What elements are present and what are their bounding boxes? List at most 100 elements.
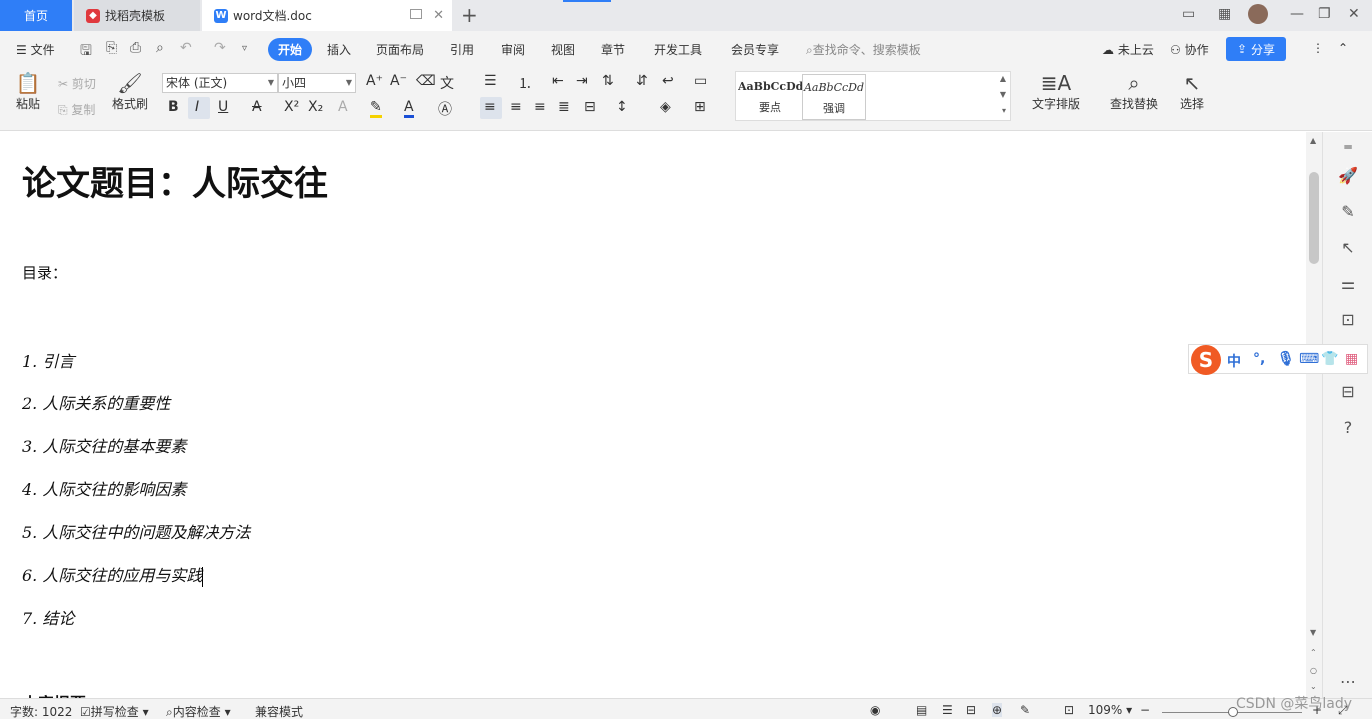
share-button[interactable]: ⇪ 分享 <box>1226 37 1286 61</box>
scroll-thumb[interactable] <box>1309 172 1319 264</box>
cursor-icon[interactable]: ↖ <box>1336 238 1360 257</box>
ruler-icon[interactable]: ▭ <box>694 73 707 89</box>
preview-icon[interactable]: ⌕ <box>156 40 164 56</box>
align-right-icon[interactable]: ≡ <box>534 99 546 115</box>
menu-tab-review[interactable]: 审阅 <box>501 41 525 58</box>
ime-mode-toggle[interactable]: 中 <box>1227 351 1241 371</box>
scroll-down-icon[interactable]: ▼ <box>1310 628 1316 637</box>
save-icon[interactable]: 🖫 <box>80 40 92 64</box>
bullet-list-icon[interactable]: ☰ <box>484 73 497 89</box>
command-search[interactable]: ⌕查找命令、搜索模板 <box>806 41 921 58</box>
menu-tab-developer[interactable]: 开发工具 <box>654 41 702 58</box>
font-size-select[interactable]: 小四 ▼ <box>278 73 356 93</box>
menu-tab-member[interactable]: 会员专享 <box>731 41 779 58</box>
gallery-down-icon[interactable]: ▼ <box>1000 90 1006 99</box>
line-spacing-icon[interactable]: ↕ <box>616 99 628 115</box>
menu-file[interactable]: ☰ 文件 <box>16 41 55 58</box>
menu-tab-insert[interactable]: 插入 <box>327 41 351 58</box>
menu-tab-sections[interactable]: 章节 <box>601 41 625 58</box>
print-icon[interactable]: ⎙ <box>130 40 141 56</box>
more-menu-icon[interactable]: ⋮ <box>1312 41 1324 55</box>
menu-tab-view[interactable]: 视图 <box>551 41 575 58</box>
more-rail-icon[interactable]: ⋯ <box>1336 672 1360 691</box>
select-button[interactable]: ↖ 选择 <box>1172 71 1212 112</box>
distribute-icon[interactable]: ⊟ <box>584 99 596 115</box>
numbered-list-icon[interactable]: ⒈ <box>518 73 532 93</box>
rocket-icon[interactable]: 🚀 <box>1336 166 1360 185</box>
skin-icon[interactable]: 👕 <box>1321 351 1338 367</box>
shrink-font-icon[interactable]: A⁻ <box>390 73 407 89</box>
eye-protect-icon[interactable]: ◉ <box>870 703 880 717</box>
web-view-icon[interactable]: ⊕ <box>992 703 1003 717</box>
restore-button[interactable]: ❐ <box>1318 6 1331 22</box>
close-tab-icon[interactable]: ✕ <box>433 8 444 23</box>
pen-icon[interactable]: ✎ <box>1336 202 1360 221</box>
reading-icon[interactable]: ⊟ <box>1336 382 1360 401</box>
increase-indent-icon[interactable]: ⇥ <box>576 73 588 89</box>
page-view-icon[interactable]: ▭ <box>1182 6 1195 22</box>
undo-icon[interactable]: ↶ <box>180 40 192 56</box>
cut-button[interactable]: ✂ 剪切 <box>58 75 96 92</box>
menu-tab-references[interactable]: 引用 <box>450 41 474 58</box>
phonetic-icon[interactable]: 文 <box>440 73 454 93</box>
tab-home[interactable]: 首页 <box>0 0 72 31</box>
decrease-indent-icon[interactable]: ⇤ <box>552 73 564 89</box>
gallery-up-icon[interactable]: ▲ <box>1000 74 1006 83</box>
help-icon[interactable]: ? <box>1336 418 1360 437</box>
image-tool-icon[interactable]: ⊡ <box>1336 310 1360 329</box>
redo-icon[interactable]: ↷ <box>214 40 226 56</box>
scroll-up-icon[interactable]: ▲ <box>1310 136 1316 145</box>
tab-document[interactable]: W word文档.doc ✕ <box>202 0 452 31</box>
microphone-icon[interactable]: 🎙 <box>1277 351 1295 367</box>
grow-font-icon[interactable]: A⁺ <box>366 73 383 89</box>
cloud-status[interactable]: ☁ 未上云 <box>1102 41 1154 58</box>
word-count[interactable]: 字数: 1022 <box>10 703 72 720</box>
clear-format-icon[interactable]: ⌫ <box>416 73 436 89</box>
menu-tab-home[interactable]: 开始 <box>268 38 313 61</box>
ime-punct-toggle[interactable]: °, <box>1253 351 1265 367</box>
select-browse-icon[interactable]: ○ <box>1310 666 1317 675</box>
format-painter-button[interactable]: 🖌 格式刷 <box>108 71 152 112</box>
outline-view-icon[interactable]: ☰ <box>942 703 953 717</box>
sliders-icon[interactable]: ⚌ <box>1336 274 1360 293</box>
font-name-select[interactable]: 宋体 (正文) ▼ <box>162 73 278 93</box>
subscript-icon[interactable]: X₂ <box>308 99 323 115</box>
collapse-ribbon-icon[interactable]: ⌃ <box>1338 41 1348 55</box>
borders-icon[interactable]: ⊞ <box>694 99 706 115</box>
close-window-button[interactable]: ✕ <box>1348 6 1360 22</box>
keyboard-icon[interactable]: ⌨ <box>1299 351 1319 367</box>
underline-button[interactable]: U <box>218 99 228 115</box>
read-view-icon[interactable]: ⊟ <box>966 703 976 717</box>
fit-page-icon[interactable]: ⊡ <box>1064 703 1074 717</box>
shading-icon[interactable]: ◈ <box>660 99 671 115</box>
apps-grid-icon[interactable]: ▦ <box>1345 351 1358 367</box>
spell-check-toggle[interactable]: ☑拼写检查 ▾ <box>80 703 149 720</box>
prev-page-icon[interactable]: ⌃ <box>1310 648 1317 657</box>
align-left-icon[interactable]: ≡ <box>484 99 496 115</box>
page-view-icon[interactable]: ▤ <box>916 703 927 717</box>
grid-apps-icon[interactable]: ▦ <box>1218 6 1231 22</box>
avatar[interactable] <box>1248 4 1268 24</box>
align-center-icon[interactable]: ≡ <box>510 99 522 115</box>
content-check-toggle[interactable]: ⌕内容检查 ▾ <box>166 703 231 720</box>
tab-template[interactable]: ◆ 找稻壳模板 <box>74 0 200 31</box>
style-emphasis[interactable]: AaBbCcDd 强调 <box>802 74 866 120</box>
zoom-level[interactable]: 109% ▾ <box>1088 703 1132 717</box>
write-mode-icon[interactable]: ✎ <box>1020 703 1030 717</box>
collab-button[interactable]: ⚇ 协作 <box>1170 41 1209 58</box>
paste-button[interactable]: 📋 粘贴 <box>10 71 46 112</box>
superscript-icon[interactable]: X² <box>284 99 299 115</box>
window-mini-icon[interactable] <box>410 9 422 19</box>
italic-button[interactable]: I <box>195 99 199 115</box>
minimize-button[interactable]: — <box>1290 6 1304 22</box>
text-layout-button[interactable]: ≣A 文字排版 <box>1026 71 1086 112</box>
strikethrough-icon[interactable]: A <box>252 99 262 115</box>
justify-icon[interactable]: ≣ <box>558 99 570 115</box>
ime-logo-icon[interactable]: S <box>1191 345 1221 375</box>
vertical-scrollbar[interactable]: ▲ ▼ ⌃ ○ ⌄ <box>1306 132 1322 698</box>
document-canvas[interactable]: 论文题目：人际交往 目录： 1. 引言 2. 人际关系的重要性 3. 人际交往的… <box>0 132 1306 698</box>
sort-icon[interactable]: ⇅ <box>602 73 614 89</box>
add-tab-button[interactable]: + <box>461 3 478 27</box>
highlight-color-icon[interactable]: ✎ <box>370 99 382 118</box>
char-border-icon[interactable]: Ⓐ <box>438 99 452 119</box>
